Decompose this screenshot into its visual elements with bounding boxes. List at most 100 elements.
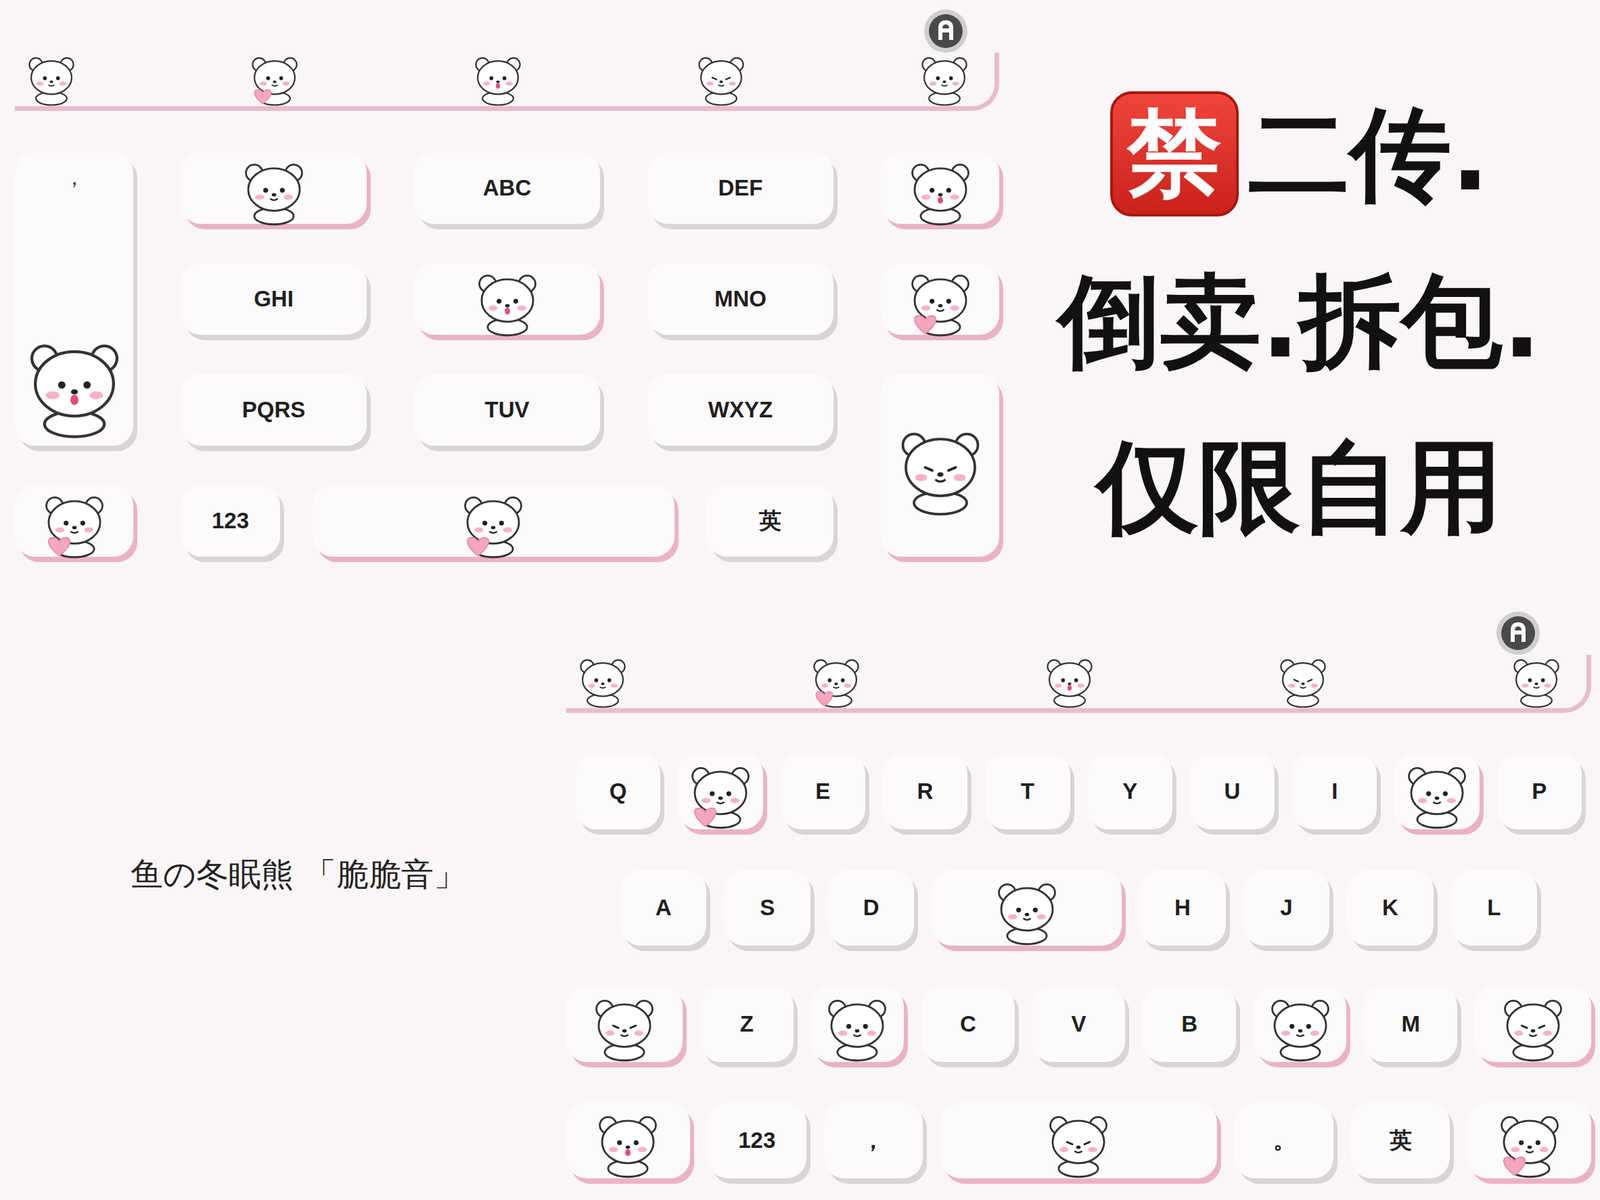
page: ，ABCDEFGHIMNOPQRSTUVWXYZ123英禁二传.倒卖.拆包.仅限… bbox=[0, 0, 1600, 1200]
key[interactable]: B bbox=[1142, 986, 1237, 1063]
notice-line: 禁二传. bbox=[1110, 91, 1490, 217]
toolbar-sticker-icon bbox=[573, 648, 633, 709]
toolbar-sticker-icon bbox=[21, 46, 82, 107]
key[interactable]: TUV bbox=[414, 374, 601, 446]
key[interactable]: 123 bbox=[707, 1102, 807, 1179]
key[interactable]: P bbox=[1497, 753, 1582, 830]
toolbar-sticker-icon bbox=[1273, 648, 1333, 709]
key-row: Z CVB M bbox=[566, 986, 1592, 1063]
keyboard-logo-icon bbox=[1495, 610, 1542, 657]
bottom-row: 123 英 bbox=[180, 485, 834, 557]
key[interactable]: D bbox=[828, 870, 914, 946]
bear-icon bbox=[16, 324, 132, 440]
bear-icon bbox=[589, 1102, 666, 1179]
key[interactable]: K bbox=[1346, 870, 1433, 946]
key-row: 123， 。英 bbox=[566, 1102, 1592, 1179]
sticker-key[interactable] bbox=[880, 152, 1000, 224]
key[interactable]: GHI bbox=[180, 263, 367, 335]
bear-icon bbox=[819, 986, 896, 1063]
key[interactable]: M bbox=[1363, 986, 1458, 1063]
toolbar-sticker-icon bbox=[691, 46, 751, 107]
key[interactable]: 123 bbox=[180, 485, 281, 557]
bear-icon bbox=[455, 483, 532, 559]
sticker-key[interactable] bbox=[811, 986, 905, 1063]
watermark: 鱼の冬眠熊 「脆脆音」 bbox=[0, 602, 567, 1200]
key[interactable]: V bbox=[1032, 986, 1126, 1063]
key[interactable]: R bbox=[882, 753, 968, 830]
key[interactable]: DEF bbox=[647, 152, 834, 224]
sticker-key[interactable] bbox=[1467, 1102, 1592, 1179]
key[interactable]: H bbox=[1139, 870, 1226, 946]
key-row: ASD HJKL bbox=[566, 870, 1592, 946]
space-key[interactable] bbox=[940, 1102, 1218, 1179]
qwerty-rows: Q ERTYUI P ASD HJKL Z CVB M 123， 。英 bbox=[566, 753, 1592, 1179]
key[interactable]: 英 bbox=[1351, 1102, 1450, 1179]
key[interactable]: Q bbox=[575, 753, 661, 830]
toolbar-sticker-icon bbox=[806, 648, 866, 709]
forbidden-badge: 禁 bbox=[1110, 91, 1239, 217]
toolbar-sticker-icon bbox=[468, 46, 528, 107]
notice-line: 仅限自用 bbox=[1096, 426, 1503, 548]
bear-icon bbox=[902, 150, 979, 226]
bear-icon bbox=[36, 483, 113, 559]
key[interactable]: L bbox=[1451, 870, 1538, 946]
sticker-key[interactable] bbox=[1253, 986, 1347, 1063]
key[interactable]: Y bbox=[1087, 753, 1173, 830]
sticker-key[interactable] bbox=[566, 1102, 691, 1179]
wide-sticker-key[interactable] bbox=[931, 870, 1122, 946]
key[interactable]: T bbox=[985, 753, 1070, 830]
key[interactable]: ABC bbox=[414, 152, 601, 224]
key[interactable]: 。 bbox=[1234, 1102, 1334, 1179]
bottom-section: 鱼の冬眠熊 「脆脆音」Q ERTYUI P ASD HJKL Z CVB M 123， 。英 bbox=[0, 602, 1600, 1200]
key[interactable]: PQRS bbox=[180, 374, 367, 446]
key-row: Q ERTYUI P bbox=[566, 753, 1592, 830]
key[interactable]: 英 bbox=[706, 485, 834, 557]
nine-key-grid: ， ABC DEF GHI MNO PQRS TUV WXYZ 123 英 bbox=[14, 152, 1000, 557]
toolbar-sticker-icon bbox=[914, 46, 975, 107]
key[interactable]: U bbox=[1190, 753, 1275, 830]
sticker-key[interactable] bbox=[414, 263, 601, 335]
key[interactable]: MNO bbox=[647, 263, 834, 335]
top-section: ， ABC DEF GHI MNO PQRS TUV WXYZ 123 英 禁二传. 倒卖.拆包. 仅限… bbox=[0, 0, 1600, 603]
toolbar bbox=[566, 654, 1592, 714]
sticker-key[interactable] bbox=[1394, 753, 1479, 830]
key[interactable]: C bbox=[921, 986, 1015, 1063]
bear-icon bbox=[469, 261, 546, 337]
sticker-key[interactable] bbox=[880, 263, 1000, 335]
key[interactable]: S bbox=[723, 870, 810, 946]
sticker-key[interactable] bbox=[677, 753, 763, 830]
key[interactable]: ， bbox=[824, 1102, 923, 1179]
key[interactable]: E bbox=[780, 753, 866, 830]
notice-line: 倒卖.拆包. bbox=[1058, 260, 1542, 383]
key[interactable]: WXYZ bbox=[647, 374, 834, 446]
key[interactable]: A bbox=[620, 870, 707, 946]
notice: 禁二传. 倒卖.拆包. 仅限自用 bbox=[999, 0, 1600, 603]
bear-icon bbox=[989, 870, 1065, 946]
bear-icon bbox=[682, 753, 759, 830]
key[interactable]: Z bbox=[700, 986, 794, 1063]
bear-icon bbox=[236, 150, 312, 226]
bear-icon bbox=[586, 986, 663, 1063]
bear-icon bbox=[1262, 986, 1339, 1063]
sticker-key[interactable] bbox=[1474, 986, 1592, 1063]
enter-key[interactable] bbox=[880, 374, 1000, 557]
logo-row bbox=[14, 8, 1000, 53]
toolbar-sticker-icon bbox=[1039, 648, 1100, 709]
sticker-key[interactable] bbox=[14, 485, 134, 557]
logo-row bbox=[566, 610, 1592, 655]
punctuation-column[interactable]: ， bbox=[14, 152, 134, 446]
space-key[interactable] bbox=[312, 485, 675, 557]
bear-icon bbox=[1040, 1102, 1117, 1179]
toolbar-sticker-icon bbox=[244, 46, 305, 107]
keyboard-logo-icon bbox=[922, 8, 969, 55]
sticker-key[interactable] bbox=[180, 152, 367, 224]
bear-icon bbox=[1399, 753, 1475, 830]
sticker-key[interactable] bbox=[566, 986, 683, 1063]
toolbar-sticker-icon bbox=[1506, 648, 1567, 709]
qwerty-keyboard: Q ERTYUI P ASD HJKL Z CVB M 123， 。英 bbox=[566, 602, 1592, 1200]
bear-icon bbox=[902, 261, 979, 337]
key[interactable]: J bbox=[1243, 870, 1330, 946]
key[interactable]: I bbox=[1292, 753, 1377, 830]
toolbar bbox=[14, 52, 1000, 111]
bear-icon bbox=[1495, 986, 1571, 1063]
